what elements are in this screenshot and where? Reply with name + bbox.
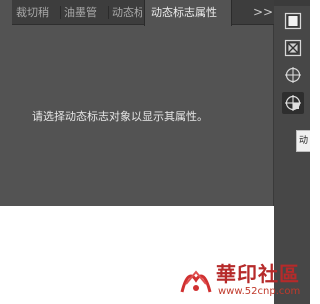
tab-crop-marks[interactable]: 裁切稍 — [16, 0, 60, 25]
tool-tooltip: 动 — [296, 130, 310, 152]
watermark-title: 華印社區 — [216, 262, 300, 286]
workspace-left-edge — [0, 0, 12, 206]
page-tool-button[interactable] — [282, 10, 304, 32]
panel-empty-message: 请选择动态标志对象以显示其属性。 — [32, 110, 208, 123]
dynamic-mark-icon — [285, 95, 301, 111]
watermark-emblem-icon — [180, 270, 212, 293]
tab-ink-manager[interactable]: 油墨管 — [64, 0, 108, 25]
tool-strip-grip[interactable] — [274, 0, 310, 6]
tab-dynamic-mark[interactable]: 动态标 — [112, 0, 142, 25]
registration-tool-button[interactable] — [282, 64, 304, 86]
page-icon — [284, 12, 302, 30]
panel-tab-bar: 裁切稍 油墨管 动态标 动态标志属性 >> — [12, 0, 274, 26]
dynamic-mark-properties-panel: 裁切稍 油墨管 动态标 动态标志属性 >> 请选择动态标志对象以显示其属性。 — [12, 0, 274, 206]
watermark-url: www.52cnp.com — [218, 286, 301, 297]
crop-mark-icon — [284, 39, 302, 57]
tab-separator — [60, 6, 61, 19]
dynamic-mark-tool-button[interactable] — [282, 92, 304, 114]
tab-dynamic-mark-properties[interactable]: 动态标志属性 — [144, 0, 232, 26]
tab-separator — [108, 6, 109, 19]
tab-overflow-button[interactable]: >> — [252, 0, 274, 25]
registration-target-icon — [285, 67, 301, 83]
watermark-logo: 華印社區 www.52cnp.com — [178, 258, 308, 302]
crop-mark-tool-button[interactable] — [282, 37, 304, 59]
